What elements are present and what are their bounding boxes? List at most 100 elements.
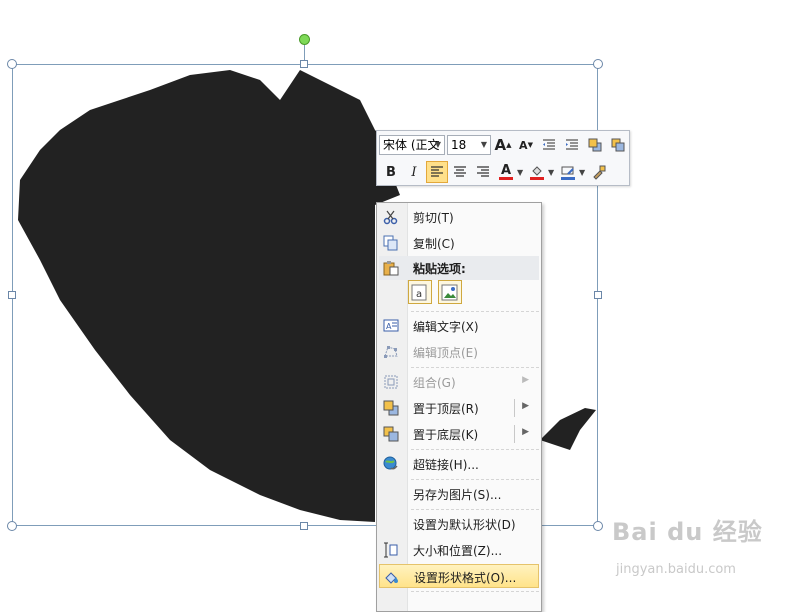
font-size-box[interactable]: 18 ▼ — [447, 135, 491, 155]
resize-handle-s[interactable] — [300, 522, 308, 530]
svg-text:A: A — [386, 322, 392, 331]
menu-item-set-default-shape[interactable]: 设置为默认形状(D) — [379, 512, 539, 536]
line-color-button[interactable] — [557, 161, 579, 183]
menu-item-edit-points[interactable]: 编辑顶点(E) — [379, 340, 539, 364]
resize-handle-sw[interactable] — [7, 521, 17, 531]
paste-keep-text-button[interactable]: a — [408, 280, 432, 304]
context-menu: 剪切(T) 复制(C) 粘贴选项: a A 编辑文字(X) 编辑顶点(E) 组合… — [376, 202, 542, 612]
menu-separator — [411, 479, 539, 480]
submenu-arrow-icon[interactable]: ▶ — [522, 427, 529, 437]
grow-font-button[interactable]: A ▲ — [492, 134, 514, 156]
menu-item-send-to-back[interactable]: 置于底层(K) ▶ — [379, 422, 539, 446]
fill-color-button[interactable] — [526, 161, 548, 183]
menu-item-cut[interactable]: 剪切(T) — [379, 205, 539, 229]
paste-picture-button[interactable] — [438, 280, 462, 304]
edit-text-icon: A — [383, 319, 399, 332]
chevron-down-icon: ▼ — [434, 140, 441, 149]
menu-item-size-and-position[interactable]: 大小和位置(Z)... — [379, 538, 539, 562]
svg-text:a: a — [416, 289, 422, 300]
font-name-box[interactable]: 宋体 (正文 ▼ — [379, 135, 445, 155]
bring-to-front-icon — [383, 400, 399, 416]
paste-icon — [383, 261, 399, 276]
align-center-button[interactable] — [449, 161, 471, 183]
menu-item-label: 置于顶层(R) — [413, 402, 479, 416]
font-color-icon: A — [500, 163, 512, 178]
align-right-button[interactable] — [472, 161, 494, 183]
shrink-font-button[interactable]: A ▼ — [515, 134, 537, 156]
align-left-button[interactable] — [426, 161, 448, 183]
resize-handle-n[interactable] — [300, 60, 308, 68]
font-name-value: 宋体 (正文 — [383, 138, 440, 152]
font-color-button[interactable]: A — [495, 161, 517, 183]
menu-item-label: 组合(G) — [413, 376, 456, 390]
resize-handle-se[interactable] — [593, 521, 603, 531]
resize-handle-w[interactable] — [8, 291, 16, 299]
send-backward-icon — [611, 138, 625, 152]
menu-split-divider — [514, 399, 515, 417]
pen-icon — [561, 166, 575, 180]
align-center-icon — [454, 166, 466, 177]
italic-button[interactable]: I — [403, 161, 425, 183]
resize-handle-e[interactable] — [594, 291, 602, 299]
send-backward-button[interactable] — [607, 134, 629, 156]
decrease-indent-button[interactable] — [538, 134, 560, 156]
size-position-icon — [384, 542, 398, 558]
menu-split-divider — [514, 425, 515, 443]
paste-text-icon: a — [411, 284, 427, 301]
menu-item-label: 复制(C) — [413, 237, 455, 251]
menu-item-label: 编辑顶点(E) — [413, 346, 478, 360]
format-painter-button[interactable] — [588, 161, 610, 183]
submenu-arrow-icon: ▶ — [522, 375, 529, 385]
menu-separator — [411, 367, 539, 368]
menu-item-label: 设置为默认形状(D) — [413, 518, 516, 532]
menu-item-label: 粘贴选项: — [413, 262, 466, 276]
shrink-font-icon: A — [519, 138, 528, 152]
menu-item-hyperlink[interactable]: 超链接(H)... — [379, 452, 539, 476]
bring-forward-button[interactable] — [584, 134, 606, 156]
paint-bucket-icon — [530, 166, 544, 180]
edit-points-icon — [384, 346, 398, 358]
menu-separator — [411, 509, 539, 510]
paste-picture-icon — [441, 284, 458, 301]
align-right-icon — [477, 166, 489, 177]
bring-forward-icon — [588, 138, 602, 152]
italic-icon: I — [411, 164, 417, 180]
scissors-icon — [383, 210, 398, 225]
watermark-site: jingyan.baidu.com — [616, 562, 736, 577]
group-icon — [384, 375, 398, 389]
menu-item-bring-to-front[interactable]: 置于顶层(R) ▶ — [379, 396, 539, 420]
grow-font-icon: A — [494, 136, 507, 154]
resize-handle-nw[interactable] — [7, 59, 17, 69]
align-left-icon — [431, 166, 443, 177]
menu-separator — [411, 449, 539, 450]
menu-item-copy[interactable]: 复制(C) — [379, 231, 539, 255]
menu-separator — [411, 311, 539, 312]
menu-item-label: 另存为图片(S)... — [413, 488, 502, 502]
format-shape-icon — [385, 572, 398, 584]
menu-item-format-shape[interactable]: 设置形状格式(O)... — [379, 564, 539, 588]
hyperlink-icon — [383, 456, 398, 470]
menu-item-label: 置于底层(K) — [413, 428, 479, 442]
chevron-down-icon[interactable]: ▼ — [548, 168, 556, 177]
increase-indent-button[interactable] — [561, 134, 583, 156]
format-painter-icon — [593, 165, 606, 180]
menu-item-edit-text[interactable]: A 编辑文字(X) — [379, 314, 539, 338]
menu-item-label: 编辑文字(X) — [413, 320, 479, 334]
menu-separator — [411, 591, 539, 592]
submenu-arrow-icon[interactable]: ▶ — [522, 401, 529, 411]
chevron-down-icon[interactable]: ▼ — [579, 168, 587, 177]
send-to-back-icon — [383, 426, 399, 442]
rotation-handle[interactable] — [299, 34, 310, 45]
bold-button[interactable]: B — [380, 161, 402, 183]
increase-indent-icon — [566, 139, 578, 150]
mini-toolbar: 宋体 (正文 ▼ 18 ▼ A ▲ A ▼ B I A ▼ ▼ ▼ — [376, 130, 630, 186]
menu-item-label: 设置形状格式(O)... — [414, 571, 517, 585]
menu-item-save-as-picture[interactable]: 另存为图片(S)... — [379, 482, 539, 506]
watermark-brand: Bai du 经验 — [612, 518, 763, 546]
decrease-indent-icon — [543, 139, 555, 150]
chevron-down-icon[interactable]: ▼ — [517, 168, 525, 177]
menu-item-label: 剪切(T) — [413, 211, 454, 225]
menu-item-group[interactable]: 组合(G) ▶ — [379, 370, 539, 394]
resize-handle-ne[interactable] — [593, 59, 603, 69]
font-size-value: 18 — [451, 138, 467, 152]
